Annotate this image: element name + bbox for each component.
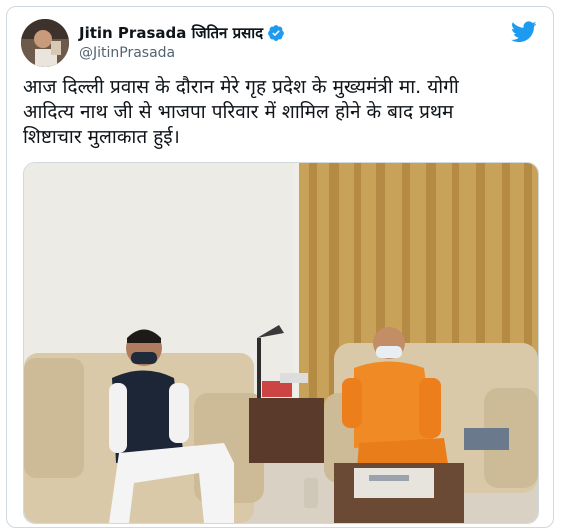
user-handle[interactable]: @JitinPrasada bbox=[79, 45, 175, 61]
avatar[interactable] bbox=[21, 19, 69, 67]
verified-badge-icon bbox=[268, 25, 284, 41]
tweet-photo[interactable] bbox=[23, 162, 539, 524]
tweet-text: आज दिल्ली प्रवास के दौरान मेरे गृह प्रदे… bbox=[23, 76, 459, 148]
tweet-card[interactable]: Jitin Prasada जितिन प्रसाद @JitinPrasada… bbox=[6, 6, 554, 528]
avatar-image bbox=[21, 19, 69, 67]
display-name[interactable]: Jitin Prasada जितिन प्रसाद bbox=[79, 23, 263, 43]
meeting-photo bbox=[24, 163, 538, 523]
twitter-bird-icon[interactable] bbox=[511, 21, 537, 43]
